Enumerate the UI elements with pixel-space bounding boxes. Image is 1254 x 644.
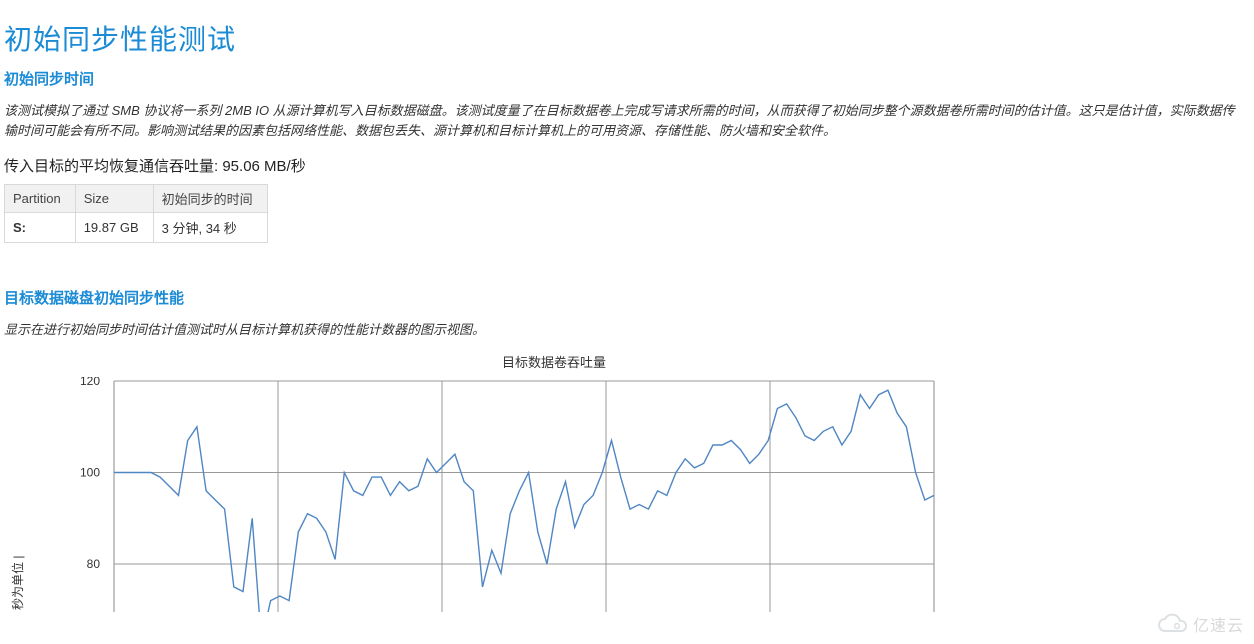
section1-title: 初始同步时间 xyxy=(4,68,1254,89)
svg-text:120: 120 xyxy=(80,377,100,388)
cell-size: 19.87 GB xyxy=(75,213,153,243)
table-header-time: 初始同步的时间 xyxy=(153,185,267,213)
svg-text:100: 100 xyxy=(80,466,100,480)
page-title: 初始同步性能测试 xyxy=(4,18,1254,58)
throughput-metric: 传入目标的平均恢复通信吞吐量: 95.06 MB/秒 xyxy=(4,155,1254,176)
cell-partition: S: xyxy=(5,213,76,243)
cloud-icon xyxy=(1157,613,1187,635)
throughput-chart: 目标数据卷吞吐量 120 100 80 秒为单位 | xyxy=(4,352,1254,612)
section1-description: 该测试模拟了通过 SMB 协议将一系列 2MB IO 从源计算机写入目标数据磁盘… xyxy=(4,101,1244,141)
svg-text:秒为单位 |: 秒为单位 | xyxy=(10,556,25,610)
chart-title: 目标数据卷吞吐量 xyxy=(4,352,1024,371)
table-header-partition: Partition xyxy=(5,185,76,213)
sync-time-table: Partition Size 初始同步的时间 S: 19.87 GB 3 分钟,… xyxy=(4,184,268,243)
section2-title: 目标数据磁盘初始同步性能 xyxy=(4,287,1254,308)
svg-text:80: 80 xyxy=(87,557,101,571)
section2-description: 显示在进行初始同步时间估计值测试时从目标计算机获得的性能计数器的图示视图。 xyxy=(4,320,1244,340)
watermark-text: 亿速云 xyxy=(1193,612,1244,636)
cell-time: 3 分钟, 34 秒 xyxy=(153,213,267,243)
watermark: 亿速云 xyxy=(1157,612,1244,636)
table-row: S: 19.87 GB 3 分钟, 34 秒 xyxy=(5,213,268,243)
table-header-size: Size xyxy=(75,185,153,213)
